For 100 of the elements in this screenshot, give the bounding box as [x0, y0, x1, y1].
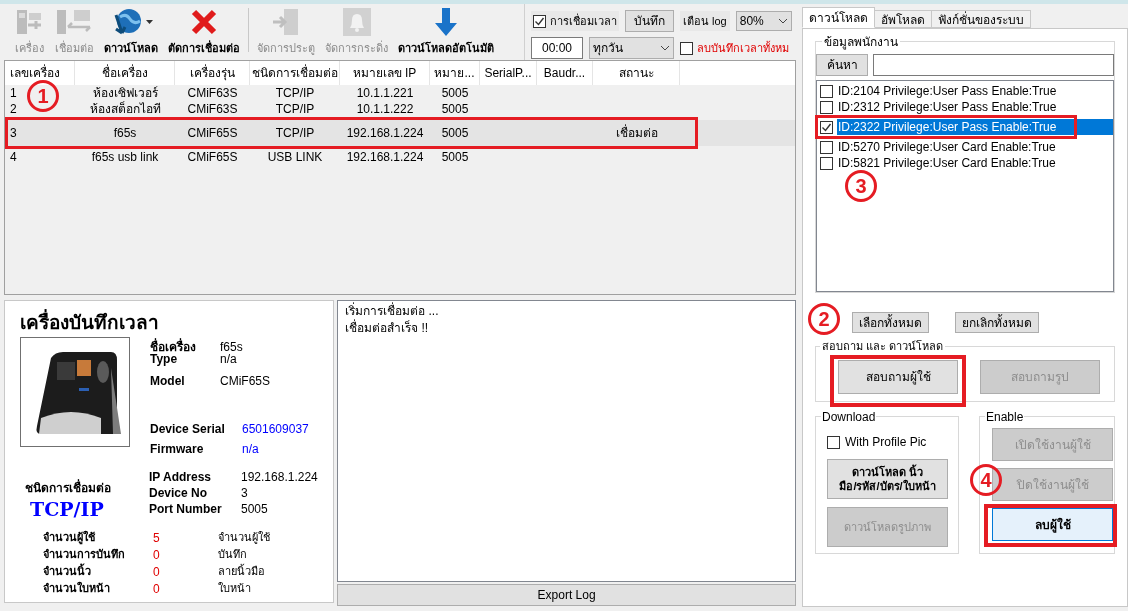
search-button[interactable]: ค้นหา [816, 54, 868, 76]
table-cell-text: 4 [10, 149, 17, 166]
column-header[interactable]: สถานะ [593, 61, 680, 85]
checkbox-label: With Profile Pic [845, 434, 927, 451]
count-label: จำนวนใบหน้า [43, 580, 111, 597]
connection-type: TCP/IP [29, 497, 105, 521]
checkbox[interactable] [680, 41, 693, 55]
chevron-icon [660, 45, 670, 51]
close-icon [190, 7, 218, 36]
column-header[interactable]: หมาย... [430, 61, 480, 85]
field-value: 3 [241, 485, 248, 501]
column-header[interactable]: ชนิดการเชื่อมต่อ [250, 61, 340, 85]
column-header[interactable]: SerialP... [480, 61, 537, 85]
panel-title: เครื่องบันทึกเวลา [5, 301, 334, 335]
list-item[interactable]: ID:2104 Privilege:User Pass Enable:True [837, 83, 1113, 99]
count-label: จำนวนผู้ใช้ [43, 529, 96, 546]
checkbox[interactable] [820, 140, 833, 154]
column-header[interactable]: เครื่องรุ่น [175, 61, 250, 85]
select-all-button[interactable]: เลือกทั้งหมด [851, 312, 929, 333]
table-cell-text: 10.1.1.221 [356, 85, 414, 102]
count-value: 0 [153, 546, 161, 564]
table-cell-text: 192.168.1.224 [346, 149, 424, 166]
count-label: จำนวนการบันทึก [43, 547, 126, 563]
count-value: 0 [153, 580, 161, 598]
tab[interactable]: ฟังก์ชั่นของระบบ [931, 10, 1031, 28]
callout-number: 2 [808, 303, 840, 335]
toolbar-button[interactable]: ดาวน์โหลดอัตโนมัติ [396, 6, 496, 56]
count-unit: บันทึก [218, 547, 247, 563]
count-unit: จำนวนผู้ใช้ [218, 530, 270, 546]
table-cell-text: 10.1.1.222 [356, 101, 414, 118]
table-cell-text: TCP/IP [275, 85, 315, 102]
connection-label: ชนิดการเชื่อมต่อ [25, 479, 112, 497]
table-cell-text: CMiF65S [187, 125, 238, 142]
log-warning-label: เตือน log [680, 11, 730, 31]
time-field[interactable]: 00:00 [531, 37, 583, 59]
schedule-dropdown[interactable]: ทุกวัน [589, 37, 674, 59]
table-cell: ห้องสต็อกไอที [89, 100, 161, 118]
field-value: 192.168.1.224 [241, 469, 318, 485]
count-value: 5 [153, 529, 161, 547]
table-cell-text: 5005 [441, 101, 469, 118]
checkbox-label: การเชื่อมเวลา [550, 12, 617, 29]
checkbox[interactable] [820, 120, 833, 134]
column-header[interactable]: เลขเครื่อง [5, 61, 75, 85]
checkbox[interactable] [827, 435, 840, 449]
field-label: Type [150, 353, 179, 365]
table-cell-text: TCP/IP [275, 101, 315, 118]
bell-icon [341, 6, 372, 37]
group-title: ข้อมูลพนักงาน [822, 33, 900, 51]
down-arrow-icon [433, 6, 459, 37]
count-value: 0 [153, 563, 161, 581]
table-cell-text: ห้องเซิฟเวอร์ [92, 85, 158, 101]
table-cell-text: CMiF65S [187, 149, 238, 166]
tab[interactable]: อัพโหลด [874, 10, 932, 28]
door-icon [271, 6, 301, 37]
field-value: n/a [242, 441, 259, 457]
list-item[interactable]: ID:5821 Privilege:User Card Enable:True [837, 155, 1113, 171]
percent-dropdown[interactable]: 80% [735, 11, 792, 31]
table-cell-text: USB LINK [267, 149, 323, 166]
checkbox[interactable] [820, 156, 833, 170]
save-button[interactable]: บันทึก [625, 10, 674, 32]
table-cell-text: 5005 [441, 149, 469, 166]
field-value: CMiF65S [220, 373, 270, 389]
table-cell-text: CMiF63S [187, 85, 238, 102]
column-header[interactable]: หมายเลข IP [340, 61, 430, 85]
table-cell-text: f65s [113, 125, 137, 142]
deselect-all-button[interactable]: ยกเลิกทั้งหมด [954, 312, 1039, 333]
table-cell-text: 5005 [441, 85, 469, 102]
export-log-button[interactable]: Export Log [337, 584, 796, 606]
field-label: Firmware [150, 441, 205, 457]
enable-button[interactable]: ลบผู้ใช้ [992, 508, 1113, 541]
list-item[interactable]: ID:5270 Privilege:User Card Enable:True [837, 139, 1113, 155]
column-header[interactable]: Baudr... [537, 61, 593, 85]
caret-icon [145, 19, 153, 24]
checkbox[interactable] [820, 84, 833, 98]
tab[interactable]: ดาวน์โหลด [802, 7, 875, 28]
table-cell-text: 2 [10, 101, 17, 118]
field-label: Model [150, 373, 186, 389]
search-field[interactable] [873, 54, 1114, 76]
log-line: เริ่มการเชื่อมต่อ ... [345, 303, 440, 319]
field-value: 5005 [241, 501, 268, 517]
download-button[interactable]: ดาวน์โหลด นิ้ว มือ/รหัส/บัตร/ใบหน้า [827, 459, 948, 499]
count-unit: ลายนิ้วมือ [218, 563, 265, 580]
table-cell-text: CMiF63S [187, 101, 238, 118]
column-header[interactable]: ชื่อเครื่อง [75, 61, 175, 85]
query-button[interactable]: สอบถามผู้ใช้ [838, 360, 958, 394]
count-unit: ใบหน้า [218, 581, 251, 597]
table-cell-text: 5005 [441, 125, 469, 142]
log-line: เชื่อมต่อสำเร็จ !! [345, 320, 430, 337]
callout-number: 4 [970, 464, 1002, 496]
checkbox[interactable] [533, 14, 546, 28]
list-item[interactable]: ID:2312 Privilege:User Pass Enable:True [837, 99, 1113, 115]
field-value: 6501609037 [242, 421, 309, 437]
callout-number: 3 [845, 170, 877, 202]
list-item[interactable]: ID:2322 Privilege:User Pass Enable:True [837, 119, 1113, 135]
toolbar-button[interactable]: ตัดการเชื่อมต่อ [166, 6, 242, 56]
callout-number: 1 [27, 80, 59, 112]
table-cell-text: TCP/IP [275, 125, 315, 142]
checkbox[interactable] [820, 100, 833, 114]
toolbar-button[interactable]: ดาวน์โหลด [102, 6, 160, 56]
table-cell-text: 1 [10, 85, 17, 102]
